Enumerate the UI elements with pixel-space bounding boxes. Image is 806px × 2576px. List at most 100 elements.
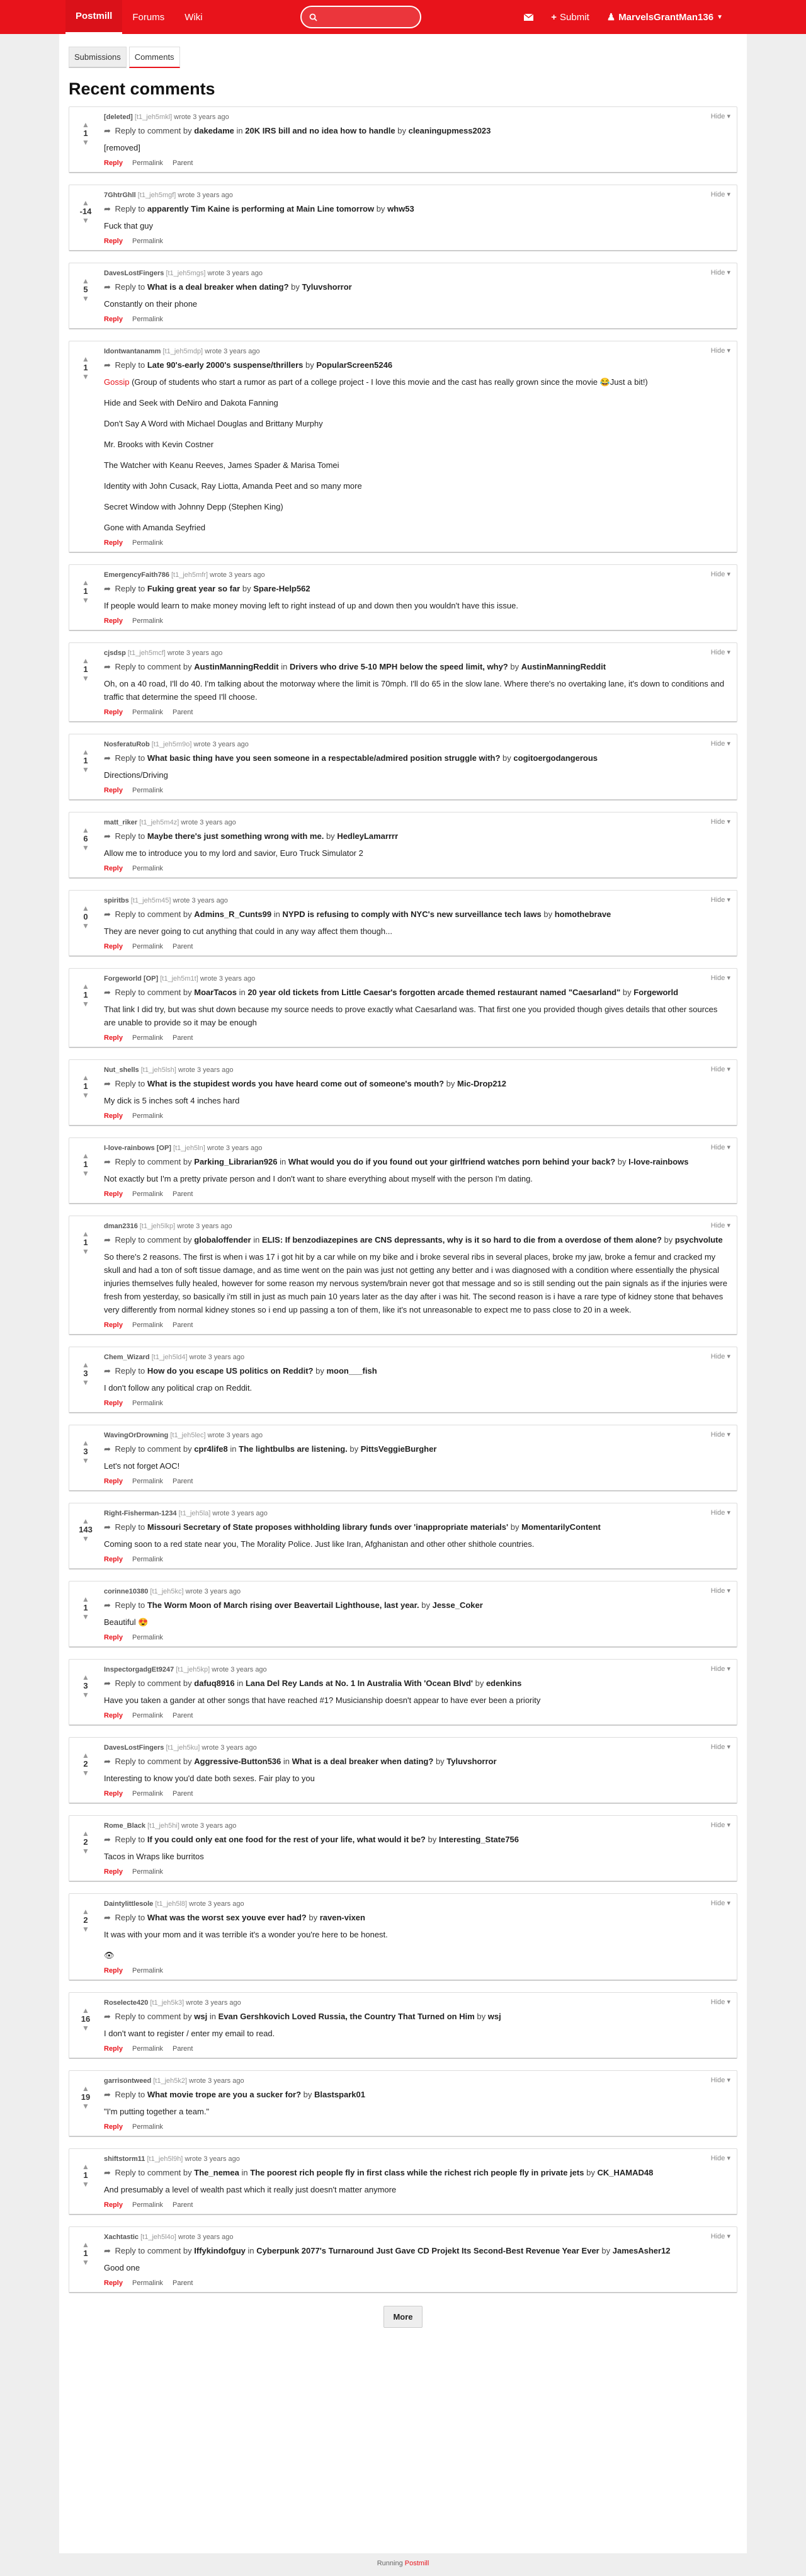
- reply-target-user[interactable]: cpr4life8: [194, 1444, 227, 1454]
- hide-toggle[interactable]: Hide ▾: [711, 1221, 730, 1229]
- submission-title-link[interactable]: Evan Gershkovich Loved Russia, the Count…: [219, 2012, 475, 2021]
- submission-title-link[interactable]: The poorest rich people fly in first cla…: [250, 2168, 584, 2177]
- submission-author[interactable]: Forgeworld: [633, 988, 678, 997]
- submission-title-link[interactable]: Missouri Secretary of State proposes wit…: [147, 1522, 508, 1532]
- downvote-icon[interactable]: ▼: [78, 1691, 93, 1699]
- comment-author[interactable]: Rome_Black: [104, 1822, 145, 1830]
- hide-toggle[interactable]: Hide ▾: [711, 648, 730, 656]
- upvote-icon[interactable]: ▲: [78, 1230, 93, 1238]
- reply-button[interactable]: Reply: [104, 237, 123, 245]
- downvote-icon[interactable]: ▼: [78, 1535, 93, 1542]
- comment-author[interactable]: Nut_shells: [104, 1066, 139, 1074]
- parent-link[interactable]: Parent: [173, 943, 193, 950]
- upvote-icon[interactable]: ▲: [78, 1752, 93, 1759]
- parent-link[interactable]: Parent: [173, 1478, 193, 1485]
- submission-author[interactable]: Jesse_Coker: [433, 1600, 483, 1610]
- parent-link[interactable]: Parent: [173, 1034, 193, 1042]
- submission-title-link[interactable]: The Worm Moon of March rising over Beave…: [147, 1600, 419, 1610]
- reply-target-user[interactable]: Parking_Librarian926: [194, 1157, 277, 1166]
- comment-author[interactable]: spiritbs: [104, 897, 129, 904]
- permalink-link[interactable]: Permalink: [132, 787, 163, 794]
- reply-target-user[interactable]: MoarTacos: [194, 988, 237, 997]
- downvote-icon[interactable]: ▼: [78, 217, 93, 224]
- comment-author[interactable]: garrisontweed: [104, 2077, 151, 2085]
- comment-author[interactable]: InspectorgadgEt9247: [104, 1666, 174, 1673]
- submission-author[interactable]: whw53: [387, 204, 414, 214]
- downvote-icon[interactable]: ▼: [78, 2180, 93, 2188]
- downvote-icon[interactable]: ▼: [78, 2024, 93, 2032]
- hide-toggle[interactable]: Hide ▾: [711, 818, 730, 826]
- reply-button[interactable]: Reply: [104, 1321, 123, 1329]
- upvote-icon[interactable]: ▲: [78, 657, 93, 664]
- upvote-icon[interactable]: ▲: [78, 121, 93, 128]
- reply-button[interactable]: Reply: [104, 2123, 123, 2131]
- reply-button[interactable]: Reply: [104, 865, 123, 872]
- reply-button[interactable]: Reply: [104, 1478, 123, 1485]
- parent-link[interactable]: Parent: [173, 159, 193, 167]
- downvote-icon[interactable]: ▼: [78, 295, 93, 302]
- more-button[interactable]: More: [383, 2306, 423, 2328]
- submission-title-link[interactable]: Maybe there's just something wrong with …: [147, 831, 324, 841]
- permalink-link[interactable]: Permalink: [132, 1112, 163, 1120]
- permalink-link[interactable]: Permalink: [132, 1399, 163, 1407]
- comment-author[interactable]: DavesLostFingers: [104, 270, 164, 277]
- search-input[interactable]: [321, 11, 409, 23]
- reply-button[interactable]: Reply: [104, 2201, 123, 2209]
- permalink-link[interactable]: Permalink: [132, 709, 163, 716]
- submission-title-link[interactable]: What was the worst sex youve ever had?: [147, 1913, 307, 1922]
- reply-button[interactable]: Reply: [104, 709, 123, 716]
- upvote-icon[interactable]: ▲: [78, 983, 93, 990]
- footer-app-link[interactable]: Postmill: [405, 2560, 429, 2567]
- comment-author[interactable]: dman2316: [104, 1222, 138, 1230]
- comment-author[interactable]: Right-Fisherman-1234: [104, 1510, 177, 1517]
- downvote-icon[interactable]: ▼: [78, 1000, 93, 1008]
- submission-author[interactable]: edenkins: [486, 1678, 521, 1688]
- search-box[interactable]: [300, 6, 421, 28]
- comment-author[interactable]: Forgeworld [OP]: [104, 975, 158, 983]
- submission-author[interactable]: HedleyLamarrrr: [337, 831, 398, 841]
- reply-target-user[interactable]: Admins_R_Cunts99: [194, 909, 271, 919]
- upvote-icon[interactable]: ▲: [78, 1830, 93, 1837]
- hide-toggle[interactable]: Hide ▾: [711, 896, 730, 904]
- submission-title-link[interactable]: apparently Tim Kaine is performing at Ma…: [147, 204, 374, 214]
- downvote-icon[interactable]: ▼: [78, 1613, 93, 1621]
- permalink-link[interactable]: Permalink: [132, 1478, 163, 1485]
- permalink-link[interactable]: Permalink: [132, 1967, 163, 1975]
- downvote-icon[interactable]: ▼: [78, 922, 93, 930]
- submit-link[interactable]: + Submit: [542, 0, 598, 34]
- comment-author[interactable]: Chem_Wizard: [104, 1354, 150, 1361]
- downvote-icon[interactable]: ▼: [78, 1847, 93, 1855]
- permalink-link[interactable]: Permalink: [132, 2201, 163, 2209]
- downvote-icon[interactable]: ▼: [78, 1091, 93, 1099]
- reply-button[interactable]: Reply: [104, 1556, 123, 1563]
- reply-button[interactable]: Reply: [104, 1112, 123, 1120]
- permalink-link[interactable]: Permalink: [132, 1190, 163, 1198]
- submission-author[interactable]: AustinManningReddit: [521, 662, 606, 671]
- submission-author[interactable]: Mic-Drop212: [457, 1079, 506, 1088]
- hide-toggle[interactable]: Hide ▾: [711, 1508, 730, 1517]
- hide-toggle[interactable]: Hide ▾: [711, 112, 730, 120]
- brand-link[interactable]: Postmill: [65, 0, 123, 34]
- hide-toggle[interactable]: Hide ▾: [711, 2232, 730, 2240]
- submission-author[interactable]: cogitoergodangerous: [513, 753, 598, 763]
- submission-author[interactable]: I-love-rainbows: [628, 1157, 688, 1166]
- submission-title-link[interactable]: ELIS: If benzodiazepines are CNS depress…: [262, 1235, 662, 1245]
- reply-button[interactable]: Reply: [104, 1712, 123, 1719]
- permalink-link[interactable]: Permalink: [132, 1034, 163, 1042]
- downvote-icon[interactable]: ▼: [78, 2102, 93, 2110]
- upvote-icon[interactable]: ▲: [78, 748, 93, 756]
- hide-toggle[interactable]: Hide ▾: [711, 570, 730, 578]
- submission-author[interactable]: homothebrave: [555, 909, 611, 919]
- hide-toggle[interactable]: Hide ▾: [711, 1352, 730, 1360]
- downvote-icon[interactable]: ▼: [78, 844, 93, 852]
- upvote-icon[interactable]: ▲: [78, 826, 93, 834]
- permalink-link[interactable]: Permalink: [132, 1790, 163, 1798]
- comment-author[interactable]: [deleted]: [104, 113, 133, 121]
- downvote-icon[interactable]: ▼: [78, 1925, 93, 1933]
- messages-link[interactable]: [515, 0, 542, 34]
- hide-toggle[interactable]: Hide ▾: [711, 268, 730, 276]
- reply-button[interactable]: Reply: [104, 1634, 123, 1641]
- tab-comments[interactable]: Comments: [128, 47, 180, 68]
- hide-toggle[interactable]: Hide ▾: [711, 190, 730, 198]
- comment-author[interactable]: 7GhtrGhll: [104, 191, 136, 199]
